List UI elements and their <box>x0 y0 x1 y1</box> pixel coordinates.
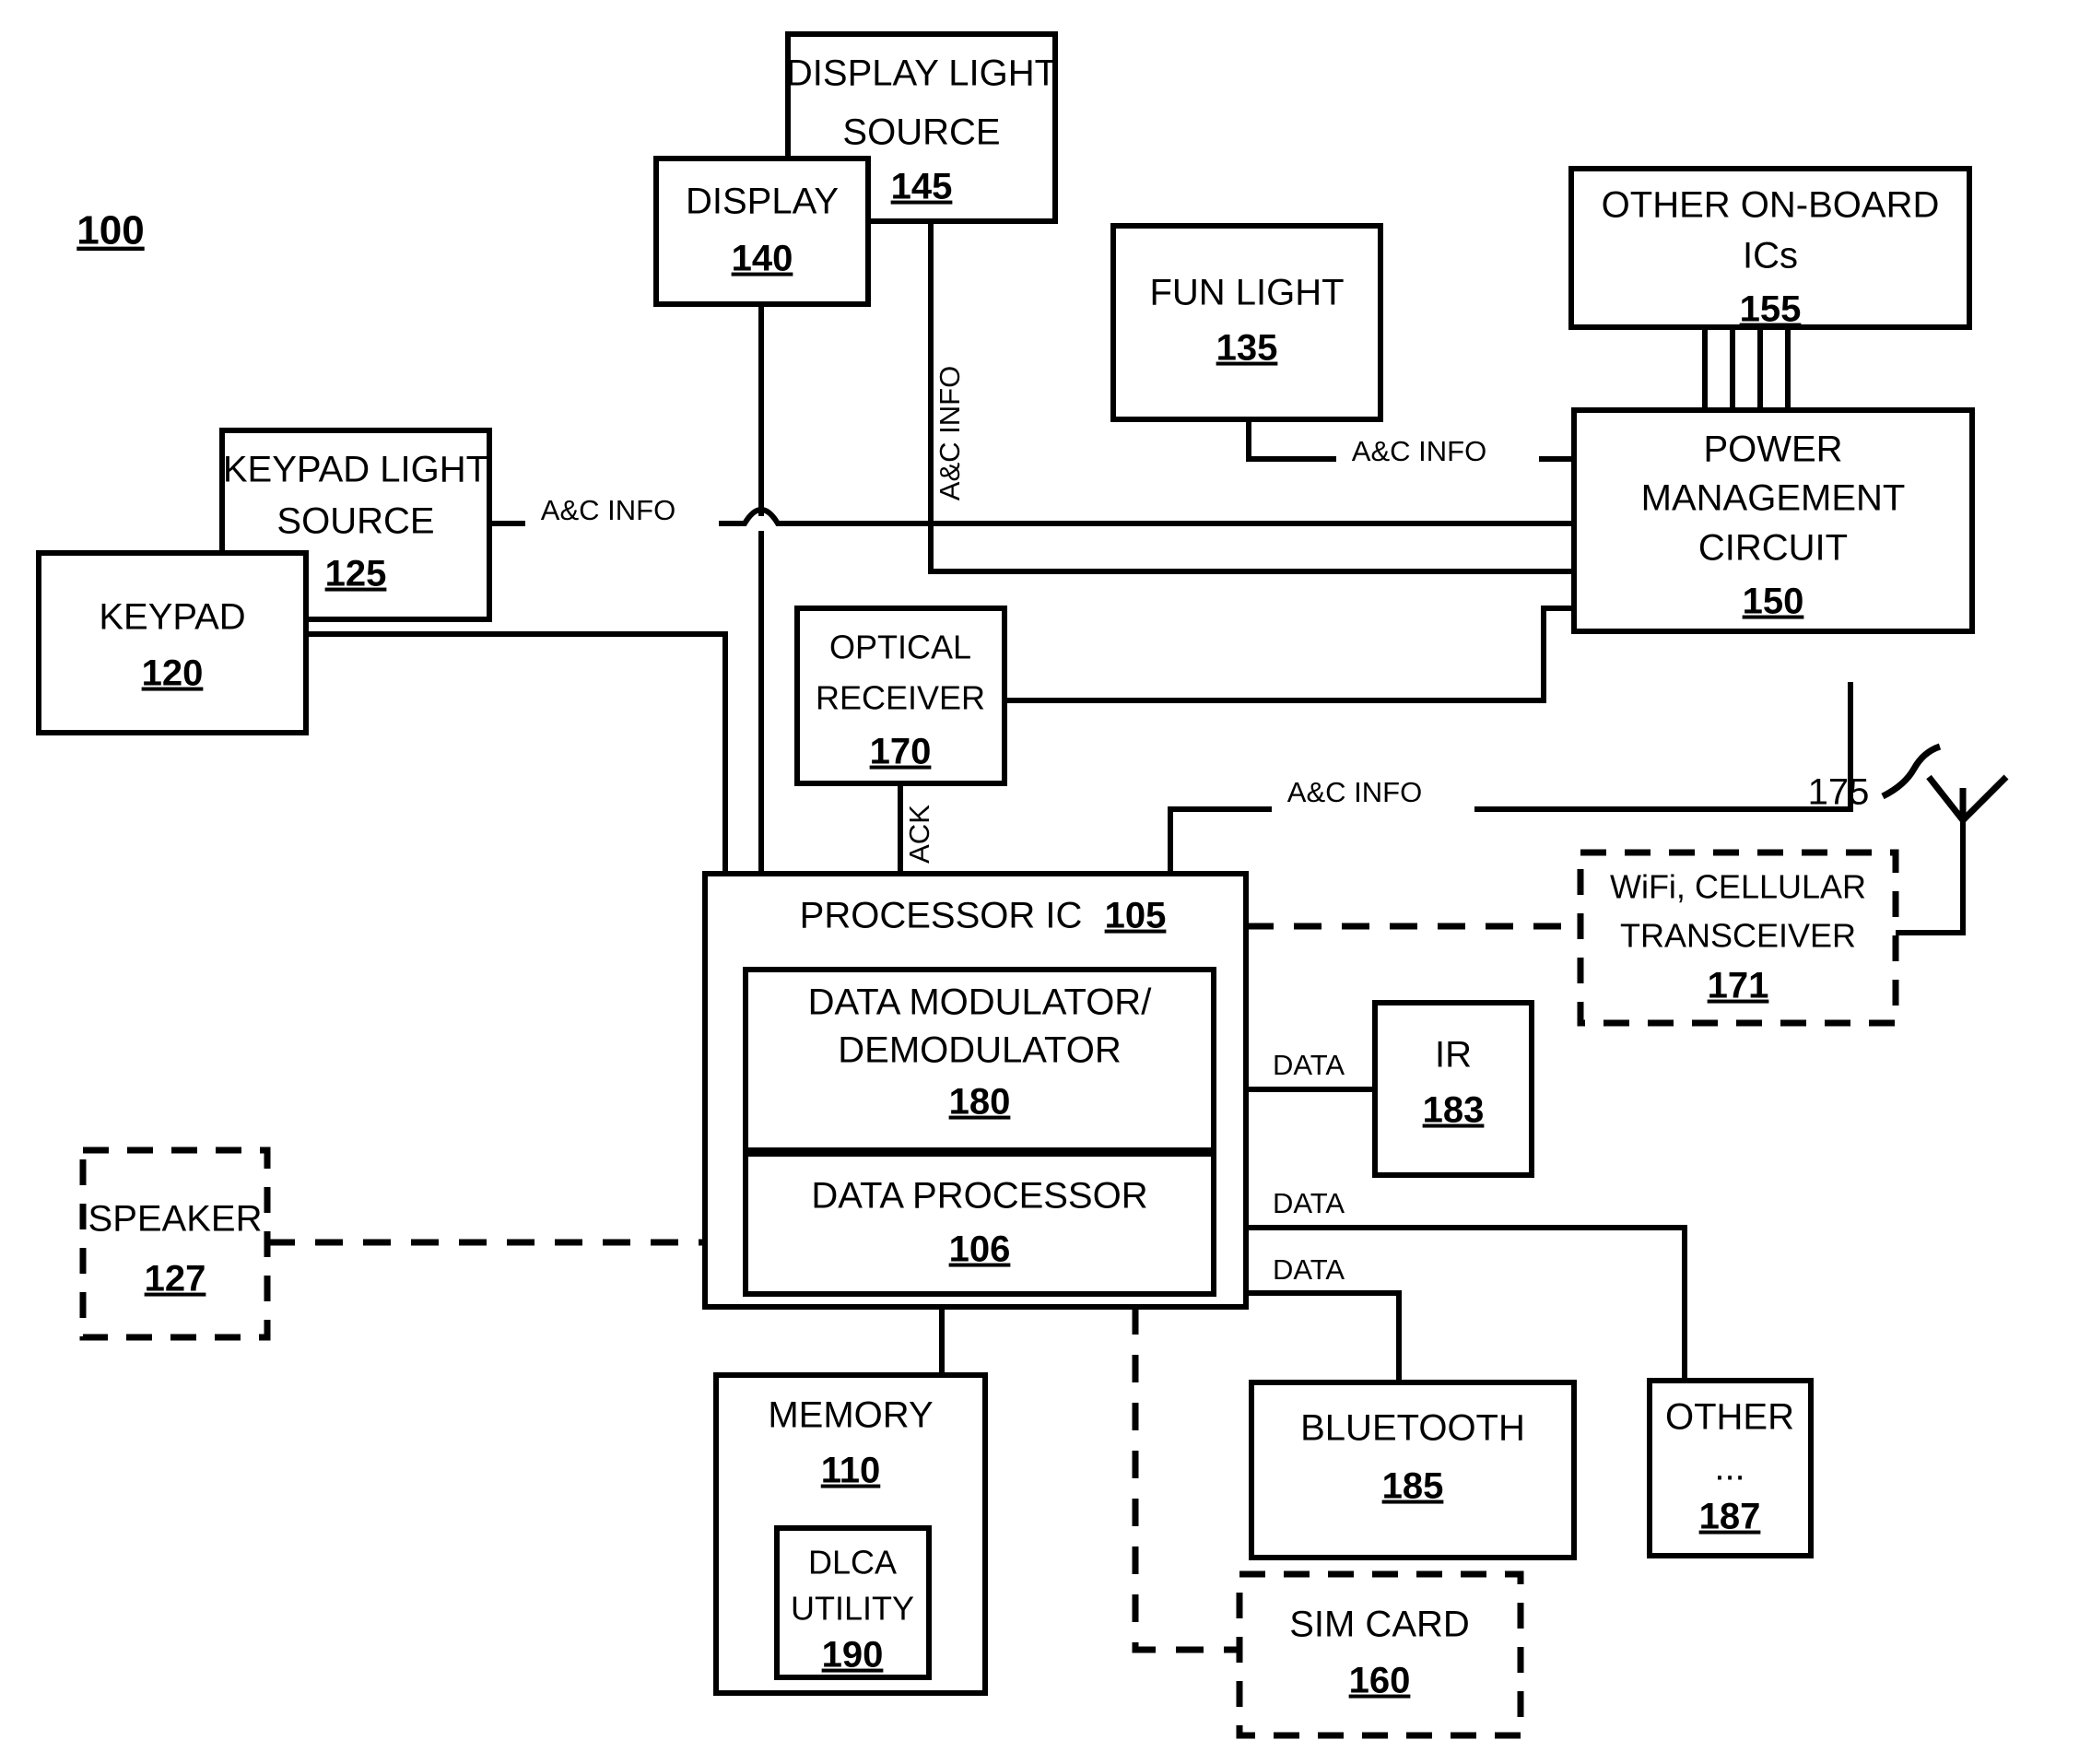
wire-pmc-ac-info-to-processor <box>1168 682 1853 874</box>
kls-line2: SOURCE <box>276 501 434 542</box>
keypad-label: KEYPAD <box>99 597 245 638</box>
antenna-ref-label: 175 <box>1808 772 1870 813</box>
keypad-ref: 120 <box>142 653 204 694</box>
display-ref: 140 <box>732 239 793 279</box>
dlca-ref: 190 <box>822 1635 884 1676</box>
optrx-line1: OPTICAL <box>829 629 971 666</box>
wire-label-data-ir: DATA <box>1273 1049 1345 1081</box>
wire-label-data-other: DATA <box>1273 1187 1345 1219</box>
fun-light-label: FUN LIGHT <box>1149 273 1344 313</box>
block-data-modulator-demodulator[interactable]: DATA MODULATOR/ DEMODULATOR 180 <box>743 967 1216 1153</box>
fun-light-ref: 135 <box>1216 328 1278 369</box>
dmd-line1: DATA MODULATOR/ <box>808 982 1153 1023</box>
memory-ref: 110 <box>821 1451 881 1491</box>
dlca-line2: UTILITY <box>791 1590 914 1628</box>
bluetooth-label: BLUETOOTH <box>1300 1408 1525 1449</box>
block-power-management-circuit[interactable]: POWER MANAGEMENT CIRCUIT 150 <box>1571 407 1975 634</box>
pmc-line1: POWER <box>1703 429 1842 470</box>
dmd-line2: DEMODULATOR <box>838 1030 1121 1071</box>
wire-label-ac-info-funlight: A&C INFO <box>1352 435 1486 467</box>
wire-wifi-to-antenna <box>1896 820 1966 935</box>
figure-number: 100 <box>76 208 144 253</box>
processor-ic-ref: 105 <box>1105 896 1167 936</box>
dlca-line1: DLCA <box>808 1544 897 1582</box>
display-light-source-ref: 145 <box>891 167 953 207</box>
dp-line1: DATA PROCESSOR <box>811 1176 1147 1217</box>
memory-label: MEMORY <box>768 1395 933 1436</box>
block-keypad[interactable]: KEYPAD 120 <box>36 550 309 735</box>
ir-label: IR <box>1435 1035 1472 1076</box>
block-sim-card[interactable]: SIM CARD 160 <box>1236 1570 1524 1739</box>
other-line2: ... <box>1714 1448 1744 1488</box>
block-other[interactable]: OTHER ... 187 <box>1647 1378 1814 1558</box>
wifi-line2: TRANSCEIVER <box>1620 917 1856 955</box>
antenna-right-arm <box>1960 774 2009 823</box>
other-ics-line2: ICs <box>1743 236 1798 276</box>
kls-line1: KEYPAD LIGHT <box>223 450 488 490</box>
sim-label: SIM CARD <box>1289 1605 1470 1645</box>
block-display[interactable]: DISPLAY 140 <box>653 156 871 307</box>
wire-label-ac-info-wifi: A&C INFO <box>1287 776 1422 808</box>
dmd-ref: 180 <box>949 1082 1011 1123</box>
speaker-ref: 127 <box>145 1259 206 1299</box>
block-data-processor[interactable]: DATA PROCESSOR 106 <box>743 1151 1216 1297</box>
pmc-line2: MANAGEMENT <box>1641 478 1906 519</box>
other-ref: 187 <box>1699 1497 1761 1537</box>
ir-ref: 183 <box>1423 1090 1485 1131</box>
wire-label-data-bluetooth: DATA <box>1273 1253 1345 1286</box>
processor-ic-label: PROCESSOR IC <box>800 896 1083 936</box>
wire-processor-to-sim <box>1132 1307 1239 1653</box>
antenna-left-arm <box>1926 774 1966 823</box>
block-optical-receiver[interactable]: OPTICAL RECEIVER 170 <box>794 606 1007 786</box>
block-other-on-board-ics[interactable]: OTHER ON-BOARD ICs 155 <box>1568 166 1972 330</box>
bluetooth-ref: 185 <box>1382 1466 1444 1507</box>
other-line1: OTHER <box>1665 1397 1794 1438</box>
speaker-label: SPEAKER <box>88 1199 263 1240</box>
block-speaker[interactable]: SPEAKER 127 <box>79 1147 271 1341</box>
block-bluetooth[interactable]: BLUETOOTH 185 <box>1249 1380 1577 1560</box>
system-block-diagram: DISPLAY LIGHT SOURCE 145 DISPLAY 140 FUN… <box>0 0 2091 1764</box>
wire-label-ac-info-keypad: A&C INFO <box>541 494 675 526</box>
display-label: DISPLAY <box>686 182 839 222</box>
block-ir[interactable]: IR 183 <box>1372 1000 1534 1178</box>
dp-ref: 106 <box>949 1229 1011 1270</box>
kls-ref: 125 <box>325 554 387 594</box>
wifi-line1: WiFi, CELLULAR <box>1610 868 1866 906</box>
sim-ref: 160 <box>1349 1661 1411 1701</box>
display-light-source-line1: DISPLAY LIGHT <box>786 53 1057 94</box>
wire-data-to-bluetooth <box>1246 1290 1402 1382</box>
wire-data-to-other <box>1246 1225 1687 1381</box>
wire-label-ac-info-display-group: A&C INFO <box>934 366 966 500</box>
pmc-ref: 150 <box>1743 582 1804 622</box>
optrx-line2: RECEIVER <box>816 679 985 717</box>
wire-label-ac-info-display: A&C INFO <box>934 366 966 500</box>
wifi-ref: 171 <box>1708 966 1769 1006</box>
antenna-leader-curve <box>1881 743 1942 800</box>
wire-optrx-to-pmc <box>1004 606 1574 703</box>
wire-dls-to-pmc <box>928 523 1574 574</box>
block-wifi-cellular-transceiver[interactable]: WiFi, CELLULAR TRANSCEIVER 171 <box>1577 849 1899 1027</box>
display-light-source-line2: SOURCE <box>842 112 1000 153</box>
wire-label-ack: ACK <box>903 805 935 864</box>
optrx-ref: 170 <box>870 732 932 772</box>
other-ics-ref: 155 <box>1740 289 1802 330</box>
block-fun-light[interactable]: FUN LIGHT 135 <box>1110 223 1383 422</box>
wire-label-ack-group: ACK <box>903 805 935 864</box>
pmc-line3: CIRCUIT <box>1698 528 1848 569</box>
block-dlca-utility[interactable]: DLCA UTILITY 190 <box>774 1525 932 1680</box>
wire-keypad-to-processor <box>263 631 728 874</box>
other-ics-line1: OTHER ON-BOARD <box>1602 185 1940 226</box>
